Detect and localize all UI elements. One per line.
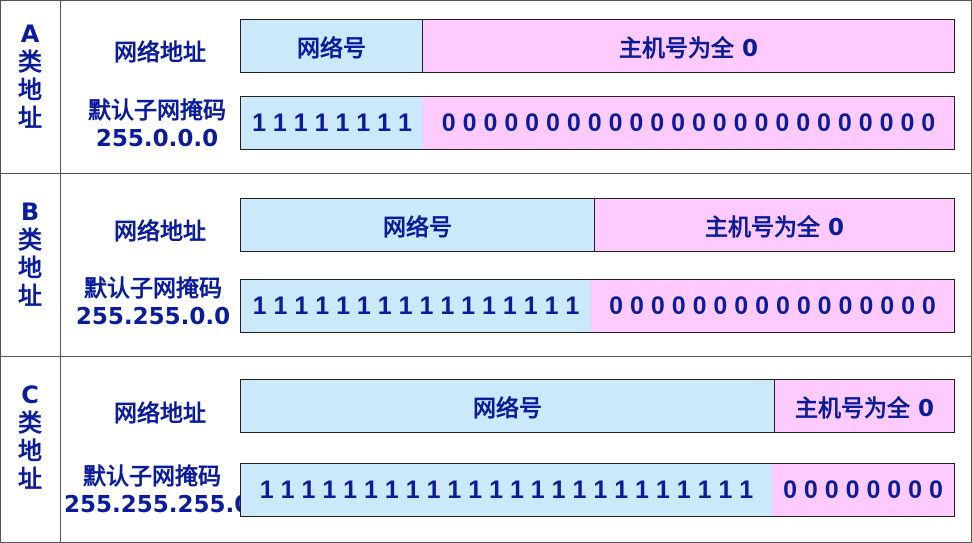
class-a-label: A 类 地 址: [0, 20, 60, 132]
class-a-network-segment: 网络号: [241, 20, 423, 72]
class-c-mask-bar: 1 1 1 1 1 1 1 1 1 1 1 1 1 1 1 1 1 1 1 1 …: [240, 463, 955, 517]
class-b-address-label: 网络地址: [114, 219, 206, 245]
class-b-char-lei: 类: [18, 226, 42, 254]
class-c-address-label: 网络地址: [114, 401, 206, 427]
class-b-char-di: 地: [18, 254, 42, 282]
class-a-mask-label: 默认子网掩码 255.0.0.0: [74, 97, 240, 153]
class-a-host-segment: 主机号为全 0: [423, 20, 954, 72]
class-a-mask-bar: 1 1 1 1 1 1 1 1 0 0 0 0 0 0 0 0 0 0 0 0 …: [240, 96, 955, 150]
class-c-mask-value: 255.255.255.0: [64, 492, 251, 518]
class-b-mask-value: 255.255.0.0: [75, 304, 231, 330]
class-c-mask-ones: 1 1 1 1 1 1 1 1 1 1 1 1 1 1 1 1 1 1 1 1 …: [241, 464, 772, 516]
class-b-mask-title: 默认子网掩码: [84, 276, 222, 302]
class-c-mask-label: 默认子网掩码 255.255.255.0: [64, 463, 251, 519]
class-b-letter: B: [20, 198, 40, 226]
class-c-mask-zeros: 0 0 0 0 0 0 0 0: [772, 464, 954, 516]
column-divider: [60, 0, 61, 543]
class-b-network-segment: 网络号: [241, 199, 595, 251]
class-a-letter: A: [20, 20, 40, 48]
class-b-mask-label: 默认子网掩码 255.255.0.0: [68, 275, 238, 331]
class-b-mask-zeros: 0 0 0 0 0 0 0 0 0 0 0 0 0 0 0 0: [591, 280, 954, 332]
class-c-network-segment: 网络号: [241, 380, 775, 432]
class-c-host-segment: 主机号为全 0: [775, 380, 954, 432]
class-b-char-zhi: 址: [18, 282, 42, 310]
class-a-mask-zeros: 0 0 0 0 0 0 0 0 0 0 0 0 0 0 0 0 0 0 0 0 …: [423, 97, 954, 149]
class-b-label: B 类 地 址: [0, 198, 60, 310]
class-c-address-bar: 网络号 主机号为全 0: [240, 379, 955, 433]
class-c-char-lei: 类: [18, 409, 42, 437]
class-b-address-bar: 网络号 主机号为全 0: [240, 198, 955, 252]
class-b-mask-bar: 1 1 1 1 1 1 1 1 1 1 1 1 1 1 1 1 0 0 0 0 …: [240, 279, 955, 333]
class-a-char-di: 地: [18, 76, 42, 104]
class-b-mask-ones: 1 1 1 1 1 1 1 1 1 1 1 1 1 1 1 1: [241, 280, 591, 332]
class-a-char-lei: 类: [18, 48, 42, 76]
class-a-mask-ones: 1 1 1 1 1 1 1 1: [241, 97, 423, 149]
class-c-mask-title: 默认子网掩码: [83, 464, 221, 490]
class-a-char-zhi: 址: [18, 104, 42, 132]
class-b-host-segment: 主机号为全 0: [595, 199, 954, 251]
class-c-letter: C: [21, 381, 39, 409]
class-a-address-label: 网络地址: [114, 40, 206, 66]
class-a-address-bar: 网络号 主机号为全 0: [240, 19, 955, 73]
class-c-char-zhi: 址: [18, 465, 42, 493]
class-a-mask-title: 默认子网掩码: [88, 98, 226, 124]
row-divider-bc: [0, 356, 972, 357]
class-a-mask-value: 255.0.0.0: [95, 126, 219, 152]
class-c-char-di: 地: [18, 437, 42, 465]
class-c-label: C 类 地 址: [0, 381, 60, 493]
row-divider-ab: [0, 173, 972, 174]
diagram-frame: [0, 0, 972, 543]
